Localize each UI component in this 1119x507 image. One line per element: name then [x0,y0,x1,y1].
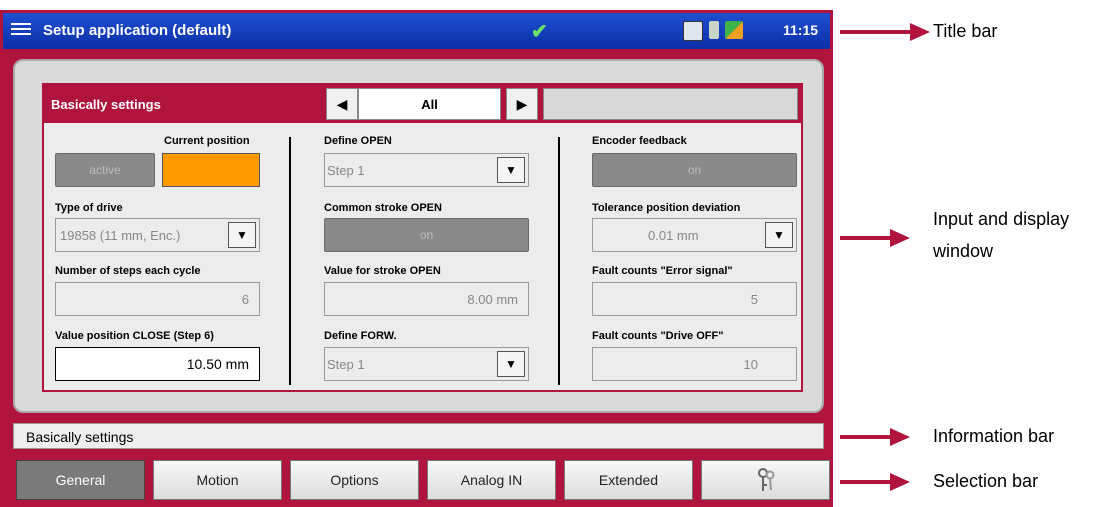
current-position-indicator [162,153,260,187]
common-stroke-toggle[interactable]: on [324,218,529,252]
define-forw-value: Step 1 [327,357,365,372]
clock: 11:15 [783,22,819,38]
callout-input-line1: Input and display [933,209,1070,229]
input-display-window: Basically settings ◀ All ▶ Current posit… [13,59,824,413]
keys-button[interactable] [701,460,830,500]
chevron-down-icon[interactable]: ▼ [765,222,793,248]
info-text: Basically settings [26,429,134,445]
title-bar: Setup application (default) ✔ 11:15 [3,13,830,49]
type-of-drive-select[interactable]: 19858 (11 mm, Enc.) ▼ [55,218,260,252]
close-position-input[interactable]: 10.50 mm [55,347,260,381]
next-button[interactable]: ▶ [506,88,538,120]
status-icons [683,21,743,41]
type-of-drive-label: Type of drive [55,202,123,214]
bottle-icon [709,21,719,39]
fault-error-field[interactable]: 5 [592,282,797,316]
steps-label: Number of steps each cycle [55,265,201,277]
filter-field[interactable]: All [358,88,501,120]
fault-drive-label: Fault counts "Drive OFF" [592,330,724,342]
callout-input-line2: window [933,241,994,261]
define-forw-label: Define FORW. [324,330,397,342]
fault-error-label: Fault counts "Error signal" [592,265,733,277]
type-of-drive-value: 19858 (11 mm, Enc.) [60,228,181,243]
puzzle-icon [725,21,743,39]
encoder-label: Encoder feedback [592,135,687,147]
define-forw-select[interactable]: Step 1 ▼ [324,347,529,381]
stroke-value-field[interactable]: 8.00 mm [324,282,529,316]
callout-arrow-selection [840,473,910,491]
chevron-down-icon[interactable]: ▼ [497,351,525,377]
menu-icon[interactable] [11,20,31,40]
tab-general[interactable]: General [16,460,145,500]
triangle-right-icon: ▶ [516,95,528,112]
callout-arrow-info [840,428,910,446]
column-divider-2 [558,137,560,385]
stroke-value-label: Value for stroke OPEN [324,265,441,277]
selection-bar: General Motion Options Analog IN Extende… [3,454,830,504]
callout-information-bar: Information bar [933,426,1055,446]
chevron-down-icon[interactable]: ▼ [497,157,525,183]
tab-motion[interactable]: Motion [153,460,282,500]
triangle-left-icon: ◀ [336,95,348,112]
chevron-down-icon[interactable]: ▼ [228,222,256,248]
tolerance-value: 0.01 mm [648,228,699,243]
prev-button[interactable]: ◀ [326,88,358,120]
column-divider-1 [289,137,291,385]
current-position-label: Current position [164,135,250,147]
steps-field[interactable]: 6 [55,282,260,316]
fault-drive-field[interactable]: 10 [592,347,797,381]
monitor-icon [683,21,703,41]
tolerance-select[interactable]: 0.01 mm ▼ [592,218,797,252]
define-open-select[interactable]: Step 1 ▼ [324,153,529,187]
callout-arrow-input [840,229,910,247]
define-open-value: Step 1 [327,163,365,178]
common-stroke-label: Common stroke OPEN [324,202,442,214]
tab-options[interactable]: Options [290,460,419,500]
checkmark-icon: ✔ [531,21,548,43]
keys-icon [757,468,774,491]
callout-arrow-title [840,23,930,41]
app-title: Setup application (default) [43,22,232,39]
tab-analog-in[interactable]: Analog IN [427,460,556,500]
panel-header: Basically settings ◀ All ▶ [44,85,801,123]
settings-panel: Basically settings ◀ All ▶ Current posit… [42,83,803,392]
define-open-label: Define OPEN [324,135,392,147]
encoder-toggle[interactable]: on [592,153,797,187]
callout-selection-bar: Selection bar [933,471,1039,491]
tolerance-label: Tolerance position deviation [592,202,741,214]
panel-title: Basically settings [51,97,161,112]
tab-extended[interactable]: Extended [564,460,693,500]
information-bar: Basically settings [13,423,824,449]
callout-title-bar: Title bar [933,21,998,41]
header-blank-field [543,88,798,120]
active-button[interactable]: active [55,153,155,187]
close-position-label: Value position CLOSE (Step 6) [55,330,214,342]
